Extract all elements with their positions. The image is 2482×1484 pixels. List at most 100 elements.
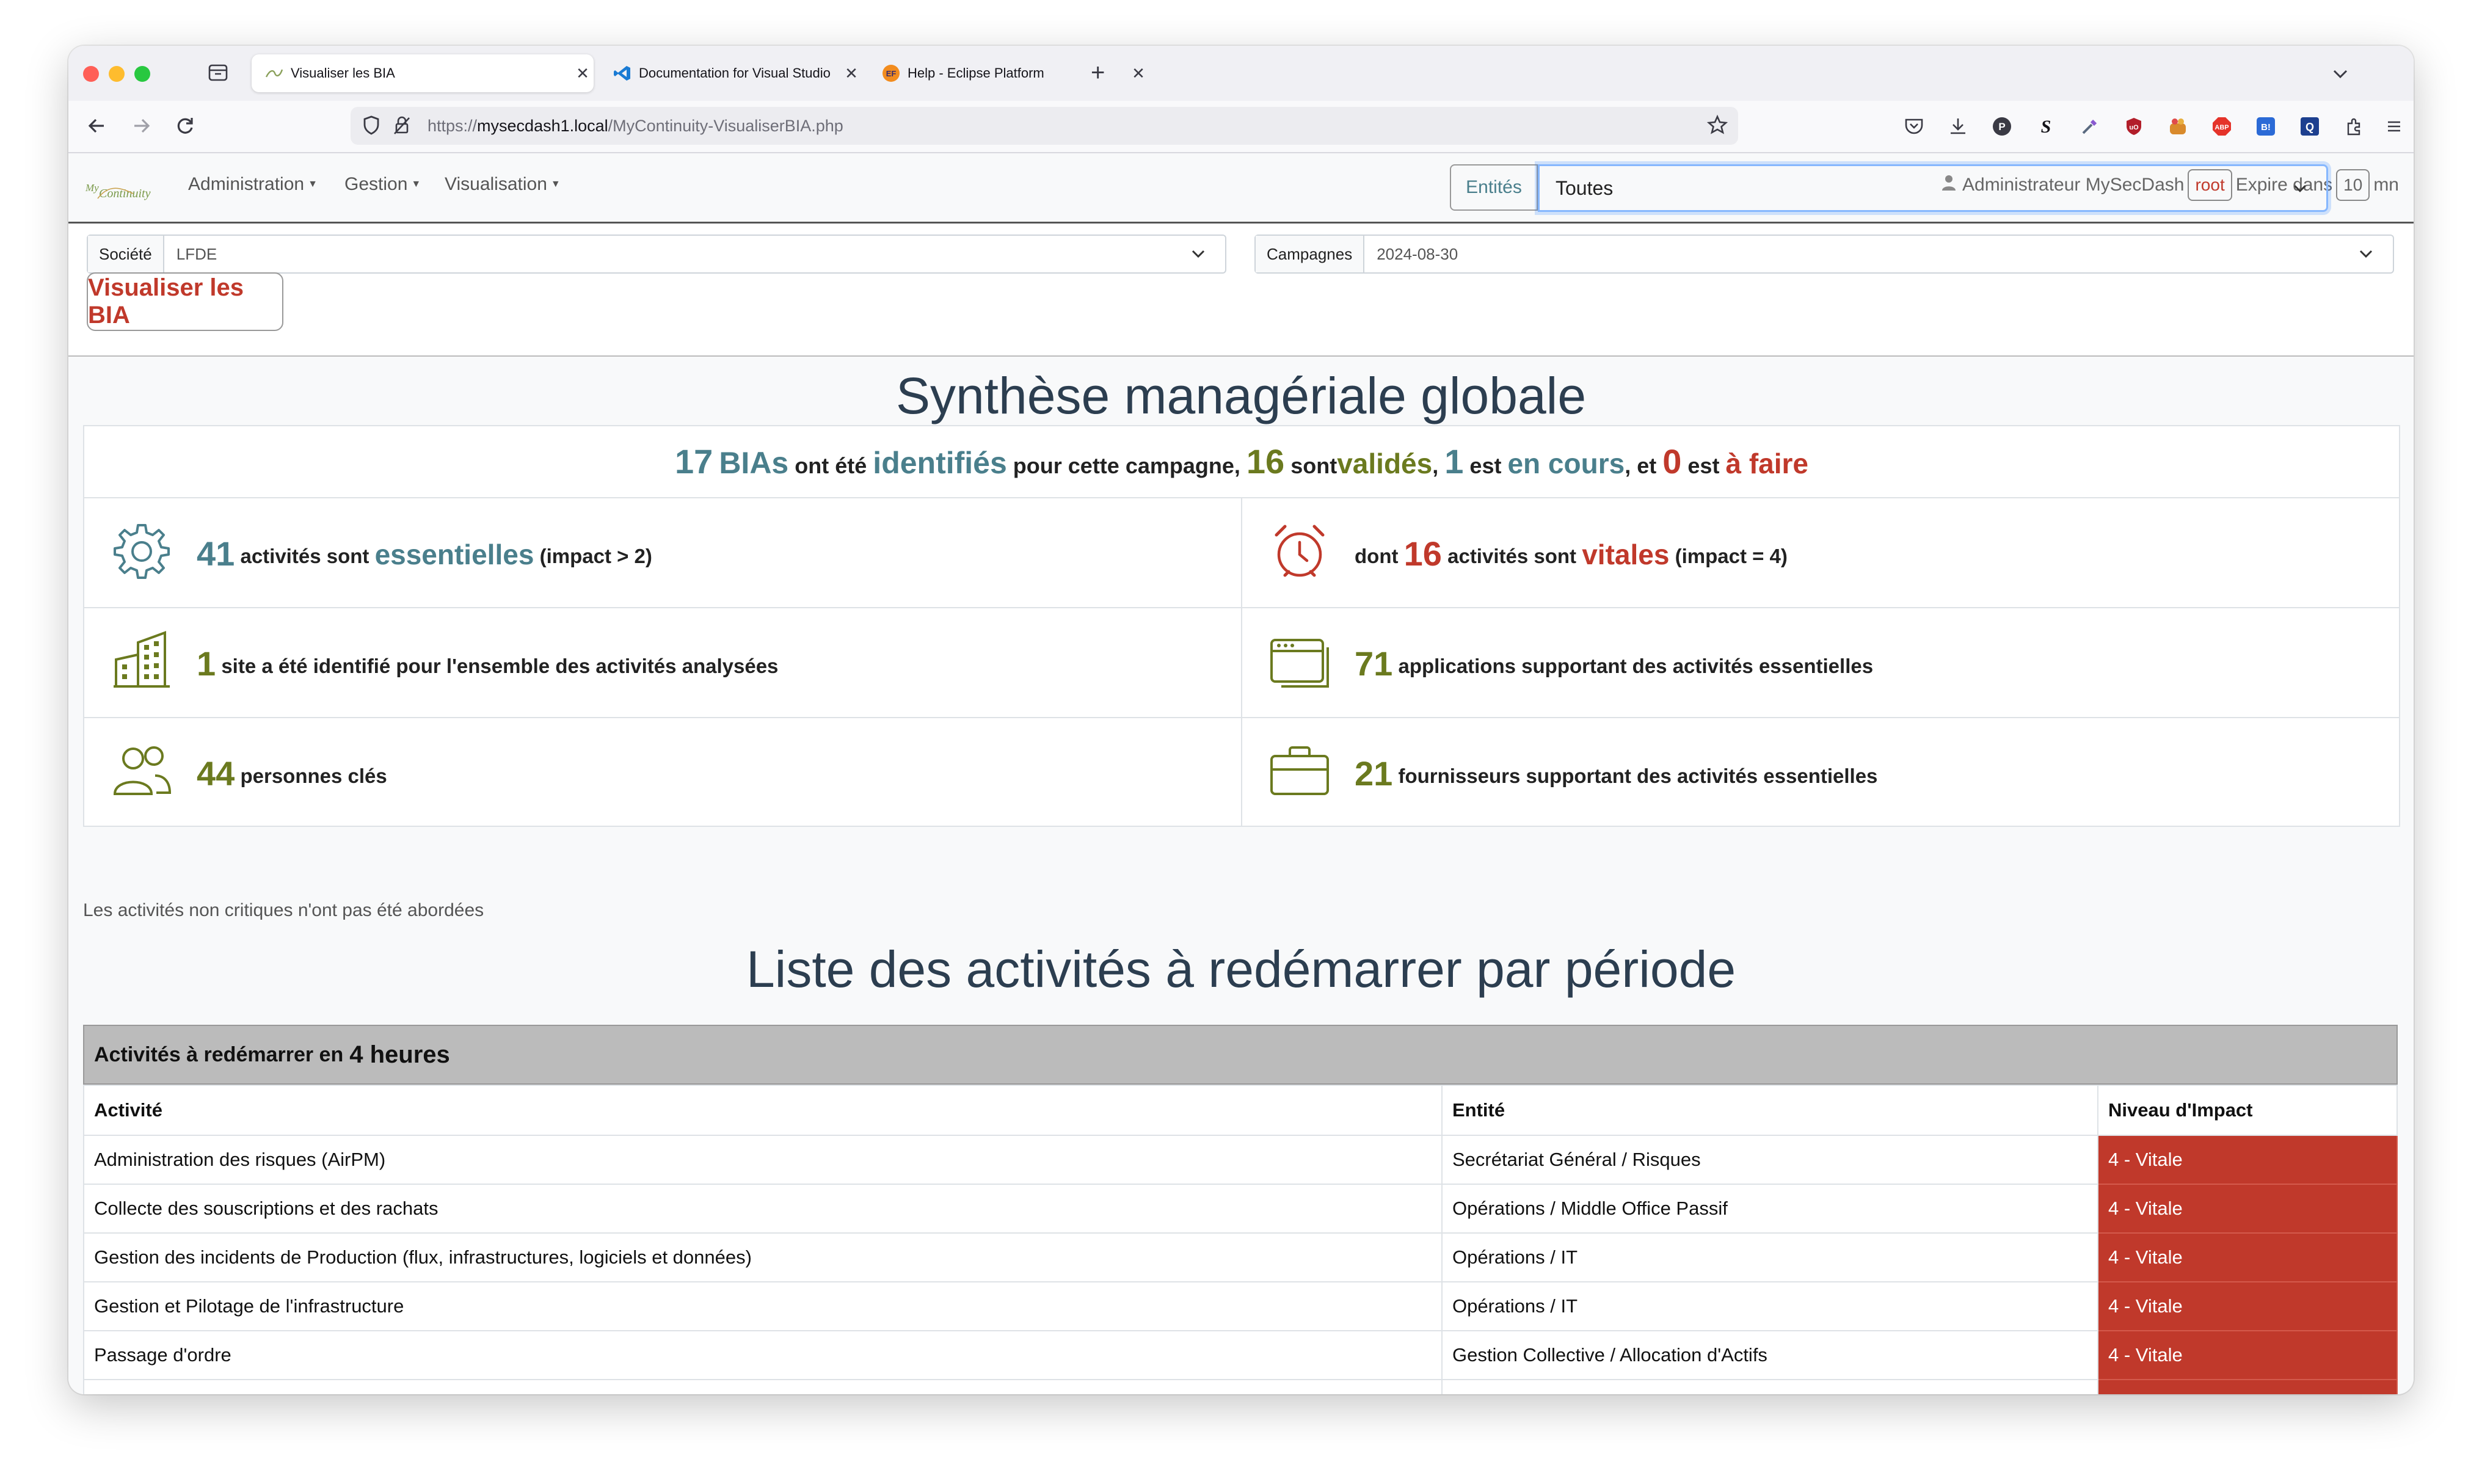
table-row[interactable]: Collecte des souscriptions et des rachat… (83, 1184, 2398, 1234)
maximize-window-button[interactable] (134, 66, 150, 82)
table-row[interactable]: Gestion et Pilotage de l'infrastructure … (83, 1281, 2398, 1331)
societe-value: LFDE (176, 244, 217, 263)
table-caption: Activités à redémarrer en 4 heures (83, 1025, 2398, 1085)
people-icon (111, 740, 172, 801)
chevron-down-icon (2288, 177, 2312, 200)
caret-down-icon: ▼ (550, 179, 561, 189)
entites-value: Toutes (1556, 176, 1614, 199)
entites-select[interactable]: Toutes (1538, 164, 2328, 212)
column-niveau-impact: Niveau d'Impact (2097, 1085, 2398, 1136)
extensions-puzzle-icon[interactable] (2340, 113, 2367, 140)
table-row[interactable]: Administration des risques (AirPM) Secré… (83, 1135, 2398, 1185)
tab-eclipse-help[interactable]: EF Help - Eclipse Platform ✕ (868, 54, 1149, 92)
cell-entite: Opérations / IT (1441, 1232, 2098, 1282)
application-window-icon (1269, 630, 1330, 691)
svg-text:Q: Q (2305, 121, 2314, 133)
browser-window: Visualiser les BIA ✕ Documentation for V… (68, 46, 2414, 1394)
campagnes-select[interactable]: Campagnes 2024-08-30 (1254, 235, 2394, 274)
caret-down-icon: ▼ (411, 179, 421, 189)
bookmark-star-icon[interactable] (1705, 113, 1730, 140)
download-icon[interactable] (1945, 113, 1971, 140)
chevron-down-icon[interactable] (2328, 62, 2353, 86)
cell-personnes-cles: 44 personnes clés (84, 718, 1242, 827)
tab-visualiser-bia[interactable]: Visualiser les BIA ✕ (252, 54, 594, 92)
p-extension-icon[interactable]: P (1989, 113, 2015, 140)
close-tab-icon[interactable]: ✕ (840, 64, 862, 83)
cell-impact: 4 - Vitale (2097, 1135, 2398, 1185)
adblock-plus-icon[interactable]: ABP (2208, 113, 2235, 140)
cell-activite: Passage d'ordre (83, 1379, 1443, 1394)
campagnes-value: 2024-08-30 (1377, 244, 1458, 263)
activites-table: Activités à redémarrer en 4 heures Activ… (83, 1025, 2398, 1394)
lock-warning-icon[interactable] (390, 113, 414, 140)
cell-entite: Opérations / Middle Office Passif (1441, 1184, 2098, 1234)
table-row[interactable]: Gestion des incidents de Production (flu… (83, 1232, 2398, 1282)
mycontinuity-logo[interactable]: My Continuity (84, 172, 164, 208)
eyedropper-icon[interactable] (2076, 113, 2103, 140)
menu-visualisation[interactable]: Visualisation ▼ (445, 174, 561, 195)
minimize-window-button[interactable] (109, 66, 125, 82)
column-activite: Activité (83, 1085, 1443, 1136)
liste-title: Liste des activités à redémarrer par pér… (746, 940, 1736, 998)
personnes-count: 44 (197, 754, 235, 793)
tab-overview-icon[interactable] (208, 63, 228, 82)
table-header-row: Activité Entité Niveau d'Impact (83, 1085, 2398, 1136)
cell-activites-vitales: dont 16 activités sont vitales (impact =… (1242, 498, 2399, 608)
close-window-button[interactable] (83, 66, 99, 82)
briefcase-icon (1269, 740, 1330, 801)
svg-text:Continuity: Continuity (99, 187, 151, 200)
column-entite: Entité (1441, 1085, 2098, 1136)
shield-icon[interactable] (359, 113, 384, 140)
cell-impact: 4 - Vitale (2097, 1330, 2398, 1380)
chevron-down-icon (2354, 242, 2378, 266)
pocket-icon[interactable] (1901, 113, 1927, 140)
cell-entite: Secrétariat Général / Risques (1441, 1135, 2098, 1185)
campagnes-label: Campagnes (1256, 236, 1365, 272)
cell-impact: 4 - Vitale (2097, 1281, 2398, 1331)
url-text[interactable]: https://mysecdash1.local/MyContinuity-Vi… (428, 117, 843, 136)
address-bar[interactable]: https://mysecdash1.local/MyContinuity-Vi… (351, 107, 1738, 145)
new-tab-icon[interactable]: + (1091, 59, 1105, 87)
menu-gestion[interactable]: Gestion ▼ (344, 174, 421, 195)
svg-text:S: S (2041, 117, 2051, 137)
close-tab-icon[interactable]: ✕ (1127, 64, 1149, 83)
cell-sites: 1 site a été identifié pour l'ensemble d… (84, 608, 1242, 718)
cell-impact: 4 - Vitale (2097, 1184, 2398, 1234)
forward-arrow-icon[interactable] (126, 111, 156, 141)
hamburger-menu-icon[interactable] (2381, 113, 2407, 140)
s-extension-icon[interactable]: S (2033, 113, 2059, 140)
entites-label[interactable]: Entités (1450, 164, 1538, 211)
svg-text:EF: EF (886, 69, 897, 78)
applications-count: 71 (1355, 644, 1393, 683)
visualiser-bia-button[interactable]: Visualiser les BIA (87, 272, 283, 331)
navigation-toolbar: https://mysecdash1.local/MyContinuity-Vi… (68, 101, 2414, 153)
sites-count: 1 (197, 644, 216, 683)
svg-text:ABP: ABP (2215, 124, 2229, 131)
svg-text:My: My (85, 182, 99, 194)
svg-text:B!: B! (2261, 122, 2271, 133)
cell-fournisseurs: 21 fournisseurs supportant des activités… (1242, 718, 2399, 827)
societe-select[interactable]: Société LFDE (87, 235, 1226, 274)
tab-bar: Visualiser les BIA ✕ Documentation for V… (68, 46, 2414, 101)
bitwarden-icon[interactable]: B! (2252, 113, 2279, 140)
menu-administration[interactable]: Administration ▼ (188, 174, 318, 195)
cell-activite: Gestion et Pilotage de l'infrastructure (83, 1281, 1443, 1331)
close-tab-icon[interactable]: ✕ (572, 64, 594, 83)
back-arrow-icon[interactable] (82, 111, 112, 141)
filter-panel: Société LFDE Campagnes 2024-08-30 Visual… (68, 224, 2414, 357)
reload-icon[interactable] (170, 111, 200, 141)
tab-vscode-docs[interactable]: Documentation for Visual Studio ✕ (600, 54, 862, 92)
honey-extension-icon[interactable] (2164, 113, 2191, 140)
ublock-icon[interactable]: uO (2120, 113, 2147, 140)
table-row[interactable]: Passage d'ordre Gestion Collective / Ges… (83, 1379, 2398, 1394)
vitales-count: 16 (1403, 534, 1442, 573)
main-content: Synthèse managériale globale 17 BIAs ont… (68, 357, 2414, 1394)
caret-down-icon: ▼ (308, 179, 318, 189)
table-row[interactable]: Passage d'ordre Gestion Collective / All… (83, 1330, 2398, 1380)
vscode-icon (613, 64, 631, 82)
cell-entite: Opérations / IT (1441, 1281, 2098, 1331)
expire-value: 10 (2336, 169, 2370, 201)
q-extension-icon[interactable]: Q (2296, 113, 2323, 140)
cell-activite: Passage d'ordre (83, 1330, 1443, 1380)
synthese-header: 17 BIAs ont été identifiés pour cette ca… (84, 426, 2399, 498)
